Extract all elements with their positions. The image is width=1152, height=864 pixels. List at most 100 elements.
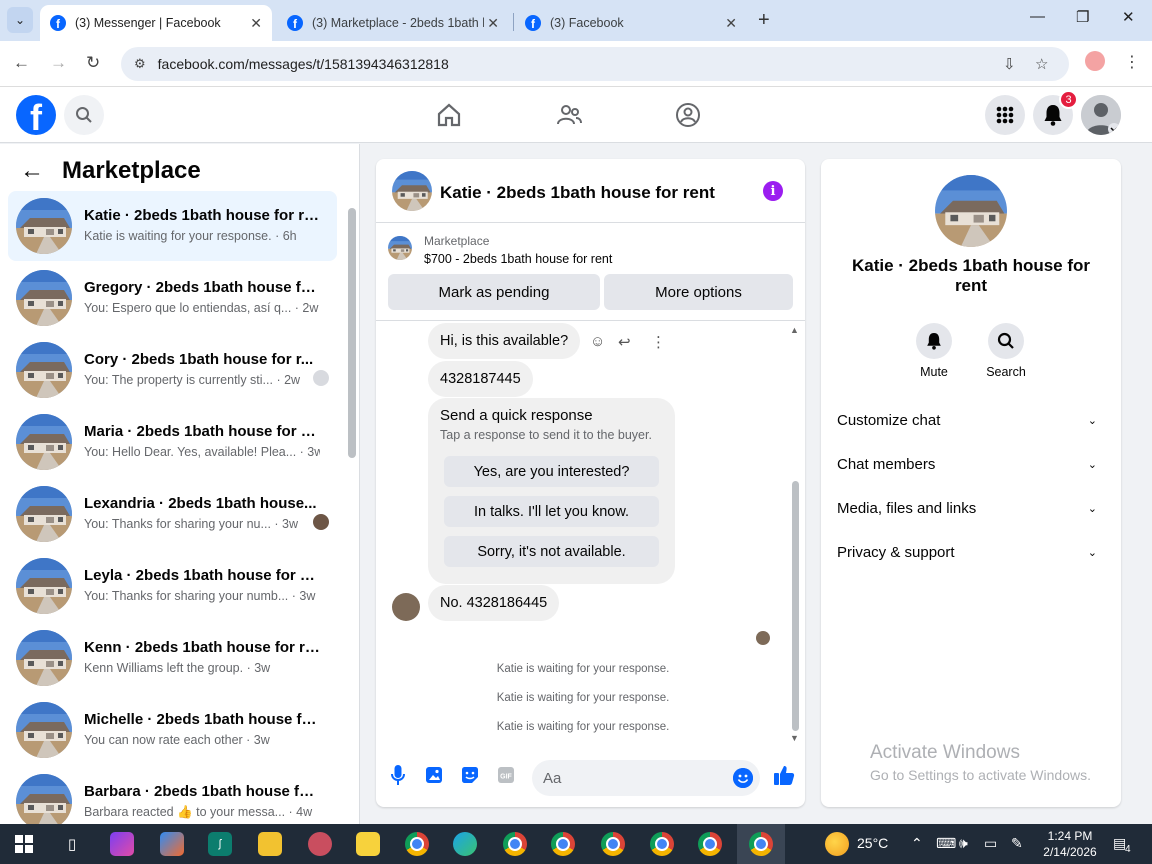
privacy-support-section[interactable]: Privacy & support ⌄ (837, 532, 1105, 572)
photo-icon[interactable] (424, 765, 444, 785)
contact-avatar[interactable] (935, 175, 1007, 247)
activate-windows-subtitle: Go to Settings to activate Windows. (870, 767, 1091, 783)
tab-marketplace[interactable]: f (3) Marketplace - 2beds 1bath h ✕ (277, 5, 509, 41)
chrome-icon[interactable] (601, 832, 625, 856)
message-input[interactable]: Aa (532, 760, 760, 796)
file-explorer-icon[interactable] (258, 832, 282, 856)
tab-facebook[interactable]: f (3) Facebook ✕ (515, 5, 747, 41)
mark-as-pending-button[interactable]: Mark as pending (388, 274, 600, 310)
microphone-icon[interactable] (388, 765, 408, 785)
reply-icon[interactable]: ↩ (618, 333, 631, 351)
message-composer: GIF Aa (376, 755, 805, 801)
windows-start-icon[interactable] (12, 832, 36, 856)
scroll-up-arrow-icon[interactable]: ▲ (790, 325, 799, 335)
site-settings-icon[interactable]: ⚙ (134, 56, 146, 72)
sticky-notes-icon[interactable] (356, 832, 380, 856)
conversation-item[interactable]: Maria · 2beds 1bath house for re... You:… (8, 407, 337, 477)
back-arrow-icon[interactable]: ← (13, 53, 30, 73)
keyboard-icon[interactable]: ⌨ (936, 835, 956, 852)
listing-title[interactable]: $700 - 2beds 1bath house for rent (424, 252, 612, 266)
sidebar-scrollbar[interactable] (348, 208, 356, 458)
more-options-button[interactable]: More options (604, 274, 793, 310)
thumbs-up-icon[interactable] (772, 763, 796, 787)
edge-icon[interactable] (453, 832, 477, 856)
reload-icon[interactable]: ↻ (86, 53, 100, 73)
chrome-icon[interactable] (503, 832, 527, 856)
emoji-icon[interactable] (733, 768, 753, 788)
app-icon[interactable]: ʃ (208, 832, 232, 856)
sticker-icon[interactable] (460, 765, 480, 785)
chat-scrollbar[interactable] (792, 481, 799, 731)
network-icon[interactable]: ▭ (984, 835, 997, 852)
conversation-item[interactable]: Katie · 2beds 1bath house for rent Katie… (8, 191, 337, 261)
chat-title[interactable]: Katie · 2beds 1bath house for rent (440, 183, 715, 203)
conversation-item[interactable]: Michelle · 2beds 1bath house for... You … (8, 695, 337, 765)
customize-chat-section[interactable]: Customize chat ⌄ (837, 400, 1105, 440)
media-files-links-section[interactable]: Media, files and links ⌄ (837, 488, 1105, 528)
quick-response-option[interactable]: In talks. I'll let you know. (444, 496, 659, 527)
menu-grid-button[interactable] (985, 95, 1025, 135)
close-icon[interactable]: ✕ (250, 15, 262, 32)
pen-icon[interactable]: ✎ (1011, 835, 1023, 852)
message-bubble[interactable]: 4328187445 (428, 361, 533, 397)
marketplace-listing-bar: Marketplace $700 - 2beds 1bath house for… (376, 223, 805, 321)
quick-response-option[interactable]: Yes, are you interested? (444, 456, 659, 487)
chevron-up-icon[interactable]: ⌃ (911, 835, 923, 852)
copilot-icon[interactable] (160, 832, 184, 856)
facebook-search-button[interactable] (64, 95, 104, 135)
app-icon[interactable] (308, 832, 332, 856)
close-icon[interactable]: ✕ (487, 15, 499, 32)
minimize-icon[interactable]: — (1030, 8, 1045, 25)
conversation-item[interactable]: Lexandria · 2beds 1bath house... You: Th… (8, 479, 337, 549)
search-in-chat-button[interactable] (988, 323, 1024, 359)
message-bubble[interactable]: Hi, is this available? (428, 323, 581, 359)
tab-messenger[interactable]: f (3) Messenger | Facebook ✕ (40, 5, 272, 41)
chrome-icon[interactable] (551, 832, 575, 856)
forward-arrow-icon[interactable]: → (50, 53, 67, 73)
back-arrow-icon[interactable]: ← (20, 157, 44, 185)
chrome-icon[interactable] (405, 832, 429, 856)
install-app-icon[interactable]: ⇩ (1003, 55, 1016, 73)
scroll-down-arrow-icon[interactable]: ▼ (790, 733, 799, 743)
conversation-item[interactable]: Gregory · 2beds 1bath house for... You: … (8, 263, 337, 333)
account-avatar[interactable] (1081, 95, 1121, 135)
chat-members-section[interactable]: Chat members ⌄ (837, 444, 1105, 484)
quick-response-option[interactable]: Sorry, it's not available. (444, 536, 659, 567)
url-text[interactable]: facebook.com/messages/t/1581394346312818 (158, 56, 449, 72)
gif-icon[interactable]: GIF (496, 765, 516, 785)
chrome-icon[interactable] (698, 832, 722, 856)
chrome-icon[interactable] (749, 832, 773, 856)
chrome-icon[interactable] (650, 832, 674, 856)
emoji-react-icon[interactable]: ☺ (590, 333, 605, 350)
restore-icon[interactable]: ❐ (1076, 8, 1089, 26)
conversation-item[interactable]: Barbara · 2beds 1bath house for ... Barb… (8, 767, 337, 824)
message-bubble[interactable]: No. 4328186445 (428, 585, 560, 621)
tab-search-button[interactable]: ⌄ (7, 7, 33, 33)
omnibox[interactable]: ⚙ facebook.com/messages/t/15813943463128… (121, 47, 1069, 81)
seen-avatar (313, 370, 329, 386)
mute-button[interactable] (916, 323, 952, 359)
task-view-icon[interactable]: ▯ (60, 832, 84, 856)
taskbar-clock[interactable]: 1:24 PM 2/14/2026 (1037, 828, 1103, 860)
message-list: Hi, is this available? ☺ ↩ ⋮ 4328187445 … (376, 321, 805, 741)
weather-icon[interactable] (825, 832, 849, 856)
weather-temp[interactable]: 25°C (857, 835, 888, 851)
conversation-item[interactable]: Cory · 2beds 1bath house for r... You: T… (8, 335, 337, 405)
conversation-item[interactable]: Kenn · 2beds 1bath house for rent Kenn W… (8, 623, 337, 693)
new-tab-plus-icon[interactable]: + (758, 9, 770, 32)
app-icon[interactable] (110, 832, 134, 856)
more-icon[interactable]: ⋮ (651, 333, 666, 351)
groups-icon[interactable] (674, 101, 702, 129)
chat-avatar[interactable] (392, 171, 432, 211)
info-icon[interactable]: i (763, 181, 783, 201)
close-icon[interactable]: ✕ (725, 15, 737, 32)
window-close-icon[interactable]: ✕ (1122, 8, 1135, 26)
home-icon[interactable] (435, 101, 463, 129)
browser-profile-avatar[interactable] (1085, 51, 1105, 71)
browser-menu-icon[interactable]: ⋮ (1124, 52, 1140, 72)
volume-icon[interactable]: 🕪 (959, 835, 968, 852)
conversation-item[interactable]: Leyla · 2beds 1bath house for rent You: … (8, 551, 337, 621)
bookmark-star-icon[interactable]: ☆ (1035, 55, 1048, 73)
friends-icon[interactable] (555, 101, 583, 129)
facebook-logo-icon[interactable]: f (16, 95, 56, 135)
